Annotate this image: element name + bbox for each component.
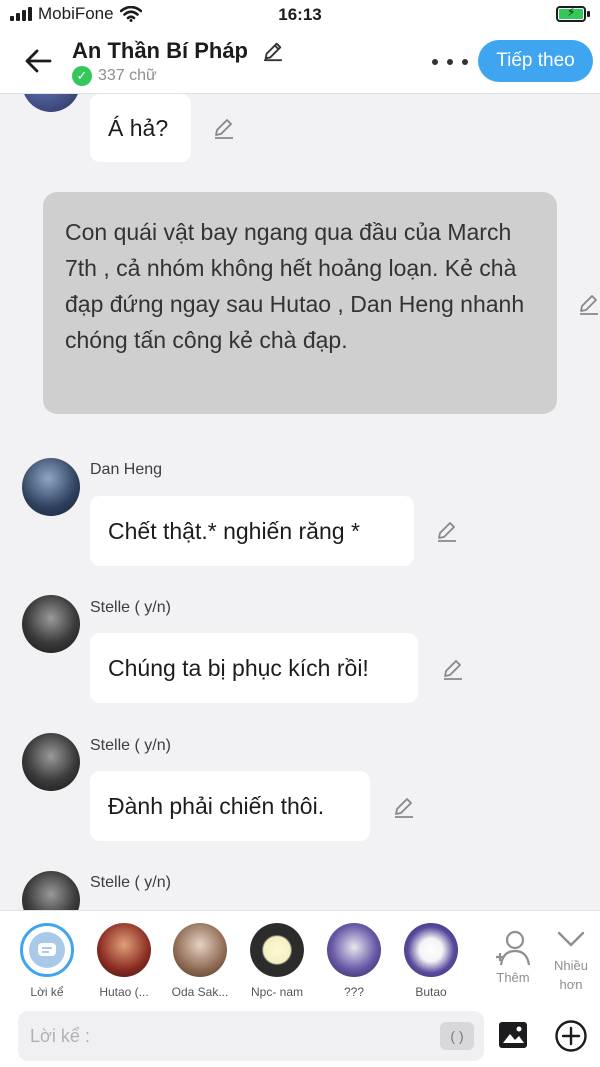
word-count-label: 337 chữ — [98, 67, 157, 84]
bottom-toolbar: Lời kể Hutao (... Oda Sak... Npc- nam ??… — [0, 910, 600, 1067]
avatar-stelle[interactable] — [22, 871, 80, 910]
character-label: ??? — [343, 985, 365, 999]
avatar-dan-heng[interactable] — [22, 458, 80, 516]
word-count: ✓ 337 chữ — [72, 66, 157, 86]
check-icon: ✓ — [72, 66, 92, 86]
battery-icon: ⚡ — [556, 6, 590, 22]
narration-input[interactable]: Lời kể : ( ) — [18, 1011, 484, 1061]
more-label-line1: Nhiều — [554, 958, 588, 973]
more-characters-button[interactable]: Nhiều hơn — [548, 929, 594, 992]
character-label: Npc- nam — [250, 985, 303, 999]
avatar — [250, 923, 304, 977]
parenthesis-button[interactable]: ( ) — [440, 1022, 474, 1050]
character-oda[interactable]: Oda Sak... — [165, 923, 235, 999]
character-narrator[interactable]: Lời kể — [12, 923, 82, 999]
avatar[interactable] — [22, 94, 80, 112]
character-unknown[interactable]: ??? — [319, 923, 389, 999]
avatar-stelle[interactable] — [22, 595, 80, 653]
input-placeholder: Lời kể : — [30, 1026, 90, 1046]
message-bubble[interactable]: Á hả? — [90, 94, 191, 162]
plus-circle-icon[interactable] — [554, 1019, 588, 1053]
character-label: Butao — [415, 985, 447, 999]
edit-message-icon[interactable] — [435, 519, 459, 543]
chevron-down-icon — [557, 931, 585, 947]
edit-message-icon[interactable] — [212, 116, 236, 140]
chat-area[interactable]: Á hả? Con quái vật bay ngang qua đầu của… — [0, 94, 600, 910]
chat-bubble-icon — [38, 943, 56, 956]
avatar-stelle[interactable] — [22, 733, 80, 791]
add-character-button[interactable]: Thêm — [490, 929, 536, 985]
message-bubble[interactable]: Chết thật.* nghiến răng * — [90, 496, 414, 566]
image-icon[interactable] — [498, 1021, 528, 1049]
message-bubble[interactable]: Đành phải chiến thôi. — [90, 771, 370, 841]
narration-bubble[interactable]: Con quái vật bay ngang qua đầu của March… — [43, 192, 557, 414]
add-label: Thêm — [496, 970, 530, 985]
back-arrow-icon[interactable] — [22, 44, 56, 78]
more-label-line2: hơn — [559, 977, 583, 992]
story-title: An Thần Bí Pháp — [72, 38, 248, 63]
story-header: An Thần Bí Pháp ✓ 337 chữ Tiếp theo — [0, 30, 600, 94]
edit-narration-icon[interactable] — [577, 292, 600, 316]
avatar — [404, 923, 458, 977]
speaker-name: Stelle ( y/n) — [90, 599, 171, 616]
message-bubble[interactable]: Chúng ta bị phục kích rồi! — [90, 633, 418, 703]
avatar — [173, 923, 227, 977]
status-bar: MobiFone 16:13 ⚡ — [0, 0, 600, 30]
status-time: 16:13 — [278, 5, 322, 24]
avatar — [97, 923, 151, 977]
edit-message-icon[interactable] — [441, 657, 465, 681]
add-person-icon — [496, 930, 531, 966]
character-label: Oda Sak... — [171, 985, 229, 999]
avatar — [327, 923, 381, 977]
edit-message-icon[interactable] — [392, 795, 416, 819]
narrator-avatar — [20, 923, 74, 977]
character-label: Lời kể — [30, 985, 64, 999]
character-butao[interactable]: Butao — [396, 923, 466, 999]
character-npc-nam[interactable]: Npc- nam — [242, 923, 312, 999]
character-label: Hutao (... — [99, 985, 149, 999]
speaker-name: Dan Heng — [90, 461, 163, 478]
character-hutao[interactable]: Hutao (... — [89, 923, 159, 999]
edit-title-icon[interactable] — [262, 40, 284, 62]
speaker-name: Stelle ( y/n) — [90, 874, 171, 891]
speaker-name: Stelle ( y/n) — [90, 737, 171, 754]
next-button[interactable]: Tiếp theo — [478, 40, 593, 82]
more-options-icon[interactable] — [432, 52, 468, 72]
